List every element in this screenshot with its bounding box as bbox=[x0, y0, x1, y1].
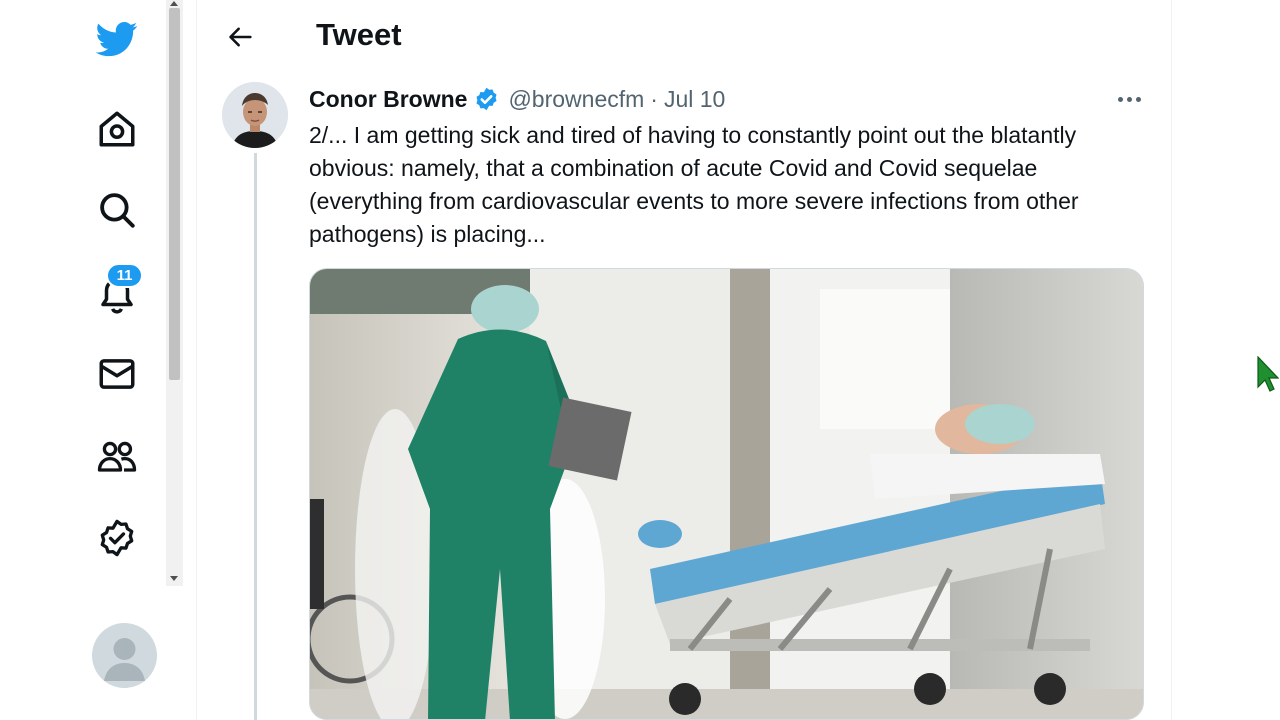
author-photo bbox=[222, 82, 288, 148]
tweet-media-image[interactable] bbox=[309, 268, 1144, 720]
more-dot-icon bbox=[1117, 96, 1123, 102]
more-dot-icon bbox=[1135, 96, 1141, 102]
tweet-header: Conor Browne @brownecfm · Jul 10 bbox=[309, 84, 725, 114]
twitter-logo-button[interactable] bbox=[86, 8, 148, 70]
scrollbar-thumb[interactable] bbox=[169, 8, 180, 380]
account-avatar[interactable] bbox=[92, 623, 157, 688]
back-button[interactable] bbox=[222, 18, 260, 56]
arrow-left-icon bbox=[229, 27, 252, 47]
author-name[interactable]: Conor Browne bbox=[309, 86, 467, 113]
scroll-down-arrow[interactable] bbox=[170, 576, 178, 581]
page-title: Tweet bbox=[316, 17, 402, 52]
tweet-text: 2/... I am getting sick and tired of hav… bbox=[309, 122, 1079, 247]
nav-communities[interactable] bbox=[86, 425, 148, 487]
default-avatar-icon bbox=[104, 638, 145, 681]
sidebar-scrollbar[interactable] bbox=[166, 0, 183, 586]
nav-verified[interactable] bbox=[86, 507, 148, 569]
author-handle[interactable]: @brownecfm bbox=[508, 86, 644, 113]
author-avatar[interactable] bbox=[222, 82, 288, 148]
thread-line bbox=[254, 153, 257, 720]
hospital-photo bbox=[310, 269, 1143, 719]
verified-checkmark-icon bbox=[476, 87, 497, 110]
nav-explore[interactable] bbox=[86, 179, 148, 241]
more-dot-icon bbox=[1126, 96, 1132, 102]
people-icon bbox=[97, 441, 137, 472]
scroll-up-arrow[interactable] bbox=[170, 1, 178, 6]
separator-dot: · bbox=[650, 85, 658, 112]
mouse-cursor-icon bbox=[1257, 356, 1279, 392]
more-options-button[interactable] bbox=[1112, 86, 1146, 112]
tweet-date[interactable]: Jul 10 bbox=[664, 86, 725, 113]
home-icon bbox=[99, 111, 135, 147]
nav-messages[interactable] bbox=[86, 343, 148, 405]
notification-count-badge: 11 bbox=[106, 263, 143, 288]
left-navigation: 11 bbox=[0, 0, 168, 720]
twitter-bird-icon bbox=[96, 22, 138, 57]
envelope-icon bbox=[99, 359, 135, 389]
search-icon bbox=[100, 193, 135, 228]
nav-home[interactable] bbox=[86, 98, 148, 160]
verified-badge-icon bbox=[100, 519, 134, 557]
